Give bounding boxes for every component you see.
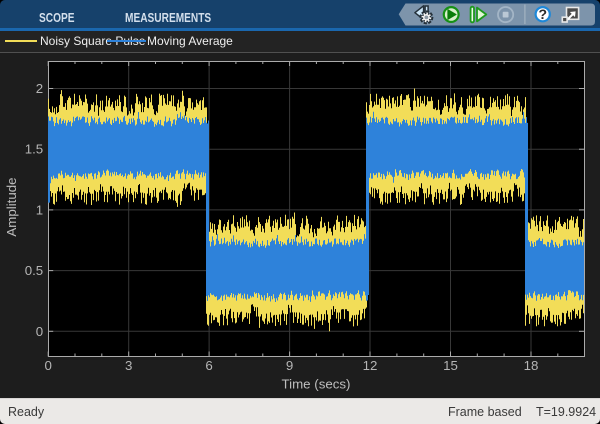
svg-text:18: 18 xyxy=(524,358,539,373)
svg-text:3: 3 xyxy=(125,358,132,373)
svg-text:0: 0 xyxy=(36,324,43,339)
svg-text:0: 0 xyxy=(44,358,51,373)
svg-text:6: 6 xyxy=(205,358,212,373)
svg-text:Amplitude: Amplitude xyxy=(4,177,19,236)
svg-text:2: 2 xyxy=(36,81,43,96)
svg-text:1: 1 xyxy=(36,202,43,217)
svg-text:1.5: 1.5 xyxy=(25,142,44,157)
svg-text:?: ? xyxy=(539,6,548,22)
svg-text:15: 15 xyxy=(443,358,458,373)
svg-text:9: 9 xyxy=(286,358,293,373)
svg-text:12: 12 xyxy=(363,358,378,373)
svg-text:Time (secs): Time (secs) xyxy=(282,377,351,392)
svg-text:0.5: 0.5 xyxy=(25,263,44,278)
